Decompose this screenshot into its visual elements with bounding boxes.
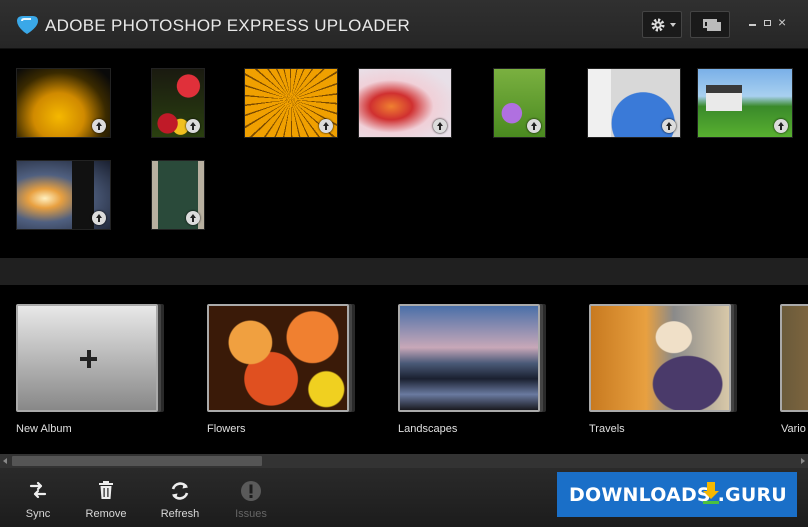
photo-thumbnail[interactable] xyxy=(16,160,111,230)
sync-label: Sync xyxy=(25,508,51,520)
chevron-down-icon xyxy=(670,23,676,27)
title-bar: ADOBE PHOTOSHOP EXPRESS UPLOADER × xyxy=(0,0,808,49)
photo-thumbnail[interactable] xyxy=(151,68,205,138)
album-landscapes[interactable] xyxy=(398,304,540,412)
settings-button[interactable] xyxy=(642,11,682,38)
album-flowers[interactable] xyxy=(207,304,349,412)
photo-thumbnail[interactable] xyxy=(244,68,338,138)
upload-icon[interactable] xyxy=(662,119,676,133)
album-label: Travels xyxy=(589,423,625,435)
trash-icon xyxy=(99,481,113,499)
album-various[interactable] xyxy=(780,304,808,412)
new-album-button[interactable] xyxy=(16,304,158,412)
refresh-label: Refresh xyxy=(160,508,200,520)
scroll-left-icon[interactable] xyxy=(3,458,7,464)
photo-thumbnail[interactable] xyxy=(697,68,793,138)
scroll-right-icon[interactable] xyxy=(801,458,805,464)
upload-icon[interactable] xyxy=(186,119,200,133)
upload-icon[interactable] xyxy=(527,119,541,133)
album-label: Vario xyxy=(781,423,806,435)
upload-icon[interactable] xyxy=(186,211,200,225)
refresh-button[interactable]: Refresh xyxy=(155,468,205,527)
album-travels[interactable] xyxy=(589,304,731,412)
app-title: ADOBE PHOTOSHOP EXPRESS UPLOADER xyxy=(45,16,411,35)
upload-icon[interactable] xyxy=(92,119,106,133)
album-label: Flowers xyxy=(207,423,246,435)
upload-icon[interactable] xyxy=(92,211,106,225)
photo-thumbnail[interactable] xyxy=(358,68,452,138)
download-arrow-icon xyxy=(703,482,719,504)
album-label: New Album xyxy=(16,423,72,435)
downloads-guru-watermark: DOWNLOADS .GURU xyxy=(557,472,797,517)
warning-icon xyxy=(241,481,261,501)
issues-label: Issues xyxy=(235,508,267,520)
sync-button[interactable]: Sync xyxy=(18,468,58,527)
photo-thumbnail[interactable] xyxy=(16,68,111,138)
upload-icon[interactable] xyxy=(319,119,333,133)
horizontal-scrollbar[interactable] xyxy=(0,454,808,468)
remove-button[interactable]: Remove xyxy=(80,468,132,527)
upload-icon[interactable] xyxy=(433,119,447,133)
issues-button[interactable]: Issues xyxy=(228,468,274,527)
album-label: Landscapes xyxy=(398,423,458,435)
switch-view-button[interactable] xyxy=(690,11,730,38)
panel-separator[interactable] xyxy=(0,258,808,285)
upload-icon[interactable] xyxy=(774,119,788,133)
minimize-button[interactable] xyxy=(749,24,756,26)
close-button[interactable]: × xyxy=(778,15,786,29)
refresh-icon xyxy=(171,482,189,500)
photo-thumbnail[interactable] xyxy=(493,68,546,138)
sync-icon xyxy=(29,481,47,499)
gear-icon xyxy=(651,18,665,32)
photo-thumbnail[interactable] xyxy=(587,68,681,138)
remove-label: Remove xyxy=(85,508,127,520)
photo-thumbnail[interactable] xyxy=(151,160,205,230)
maximize-button[interactable] xyxy=(764,20,771,26)
app-logo-icon xyxy=(17,16,38,34)
watermark-text: DOWNLOADS .GURU xyxy=(569,484,787,506)
scrollbar-thumb[interactable] xyxy=(12,456,262,466)
